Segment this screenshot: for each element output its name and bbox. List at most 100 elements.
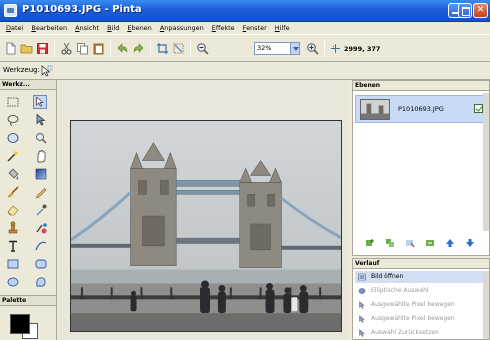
rectangle-tool-icon[interactable] [6,257,20,271]
line-curve-icon[interactable] [34,239,48,253]
history-item[interactable]: Auswahl Zurücksetzen [355,327,485,339]
move-pixels-icon[interactable] [34,113,48,127]
maximize-button[interactable] [458,3,472,18]
close-button[interactable]: ✕ [473,3,488,18]
move-pixels-icon [359,301,365,309]
ellipse-tool-icon[interactable] [6,275,20,289]
history-item[interactable]: Ausgewählte Pixel bewegen [355,313,485,325]
history-item[interactable]: Bild öffnen [355,271,485,283]
history-scrollbar[interactable] [483,271,489,339]
lasso-select-icon[interactable] [6,113,20,127]
layer-row[interactable]: P1010693.JPG [355,95,487,123]
rounded-rectangle-icon[interactable] [34,257,48,271]
zoom-dropdown-button[interactable] [290,42,300,55]
undo-icon[interactable] [116,42,129,55]
delete-layer-icon[interactable] [405,238,415,248]
menu-view[interactable]: Ansicht [71,22,103,34]
tools-panel: Werkz... [0,80,57,295]
primary-color-swatch[interactable] [10,314,30,334]
move-selection-icon[interactable] [33,95,47,109]
palette-panel: Palette [0,295,57,340]
cursor-position-icon [331,44,340,53]
deselect-icon[interactable] [172,42,185,55]
paste-icon[interactable] [92,42,105,55]
tools-panel-title: Werkz... [0,80,56,90]
history-item-label: Bild öffnen [371,273,404,280]
history-item-label: Ausgewählte Pixel bewegen [371,301,455,308]
pan-icon[interactable] [34,149,48,163]
current-tool-icon[interactable] [40,65,53,77]
clone-stamp-icon[interactable] [6,221,20,235]
layers-panel-title: Ebenen [353,81,489,91]
menu-edit[interactable]: Bearbeiten [27,22,71,34]
deselect-icon [359,329,365,337]
crop-icon[interactable] [156,42,169,55]
title-bar[interactable]: P1010693.JPG - Pinta ✕ [0,0,490,22]
layer-tools [353,233,489,253]
zoom-out-icon[interactable] [196,42,209,55]
history-item[interactable]: Elliptische Auswahl [355,285,485,297]
toolbar-separator [324,41,325,57]
zoom-tool-icon[interactable] [34,131,48,145]
eraser-icon[interactable] [6,203,20,217]
history-panel: Verlauf Bild öffnen Elliptische Auswahl … [352,258,490,340]
menu-bar: Datei Bearbeiten Ansicht Bild Ebenen Anp… [0,22,490,34]
canvas-area[interactable] [58,80,348,340]
text-tool-icon[interactable] [6,239,20,253]
toolbar-separator [190,41,191,57]
menu-help[interactable]: Hilfe [271,22,294,34]
layers-scrollbar[interactable] [483,93,489,231]
maximize-icon [459,4,471,17]
paint-bucket-icon[interactable] [6,167,20,181]
freeform-shape-icon[interactable] [34,275,48,289]
move-layer-up-icon[interactable] [445,238,455,248]
window-title: P1010693.JPG - Pinta [22,4,142,15]
add-layer-icon[interactable] [365,238,375,248]
menu-window[interactable]: Fenster [239,22,271,34]
menu-image[interactable]: Bild [103,22,123,34]
cursor-position: 2999, 377 [344,45,381,53]
tool-options-bar: Werkzeug: [0,62,490,80]
move-layer-down-icon[interactable] [465,238,475,248]
gradient-icon[interactable] [34,167,48,181]
layer-properties-icon[interactable] [425,238,435,248]
tool-label: Werkzeug: [3,66,40,74]
ellipse-select-icon[interactable] [6,131,20,145]
zoom-in-icon[interactable] [306,42,319,55]
toolbar-separator [150,41,151,57]
color-picker-icon[interactable] [34,203,48,217]
pencil-icon[interactable] [34,185,48,199]
image-canvas[interactable] [70,120,342,332]
history-item-label: Elliptische Auswahl [371,287,429,294]
recolor-icon[interactable] [34,221,48,235]
right-panels: Ebenen P1010693.JPG Verlauf Bild öffnen … [352,80,490,340]
menu-file[interactable]: Datei [2,22,27,34]
close-icon: ✕ [476,5,485,15]
paintbrush-icon[interactable] [6,185,20,199]
history-item[interactable]: Ausgewählte Pixel bewegen [355,299,485,311]
layer-visibility-checkbox[interactable] [474,104,483,113]
toolbar-separator [54,41,55,57]
main-toolbar: 32% 2999, 377 [0,34,490,62]
zoom-input[interactable]: 32% [254,42,292,55]
history-item-label: Auswahl Zurücksetzen [371,329,439,336]
new-file-icon[interactable] [4,42,17,55]
cut-icon[interactable] [60,42,73,55]
redo-icon[interactable] [132,42,145,55]
menu-adjustments[interactable]: Anpassungen [156,22,208,34]
ellipse-select-icon [358,288,366,294]
layer-thumbnail [360,99,390,120]
rectangle-select-icon[interactable] [6,95,20,109]
move-pixels-icon [359,315,365,323]
duplicate-layer-icon[interactable] [385,238,395,248]
layer-name: P1010693.JPG [398,105,444,113]
menu-effects[interactable]: Effekte [208,22,239,34]
magic-wand-icon[interactable] [6,149,20,163]
open-folder-icon[interactable] [20,42,33,55]
toolbar-separator [110,41,111,57]
copy-icon[interactable] [76,42,89,55]
open-image-icon [358,273,366,281]
history-item-label: Ausgewählte Pixel bewegen [371,315,455,322]
save-icon[interactable] [36,42,49,55]
menu-layers[interactable]: Ebenen [123,22,155,34]
